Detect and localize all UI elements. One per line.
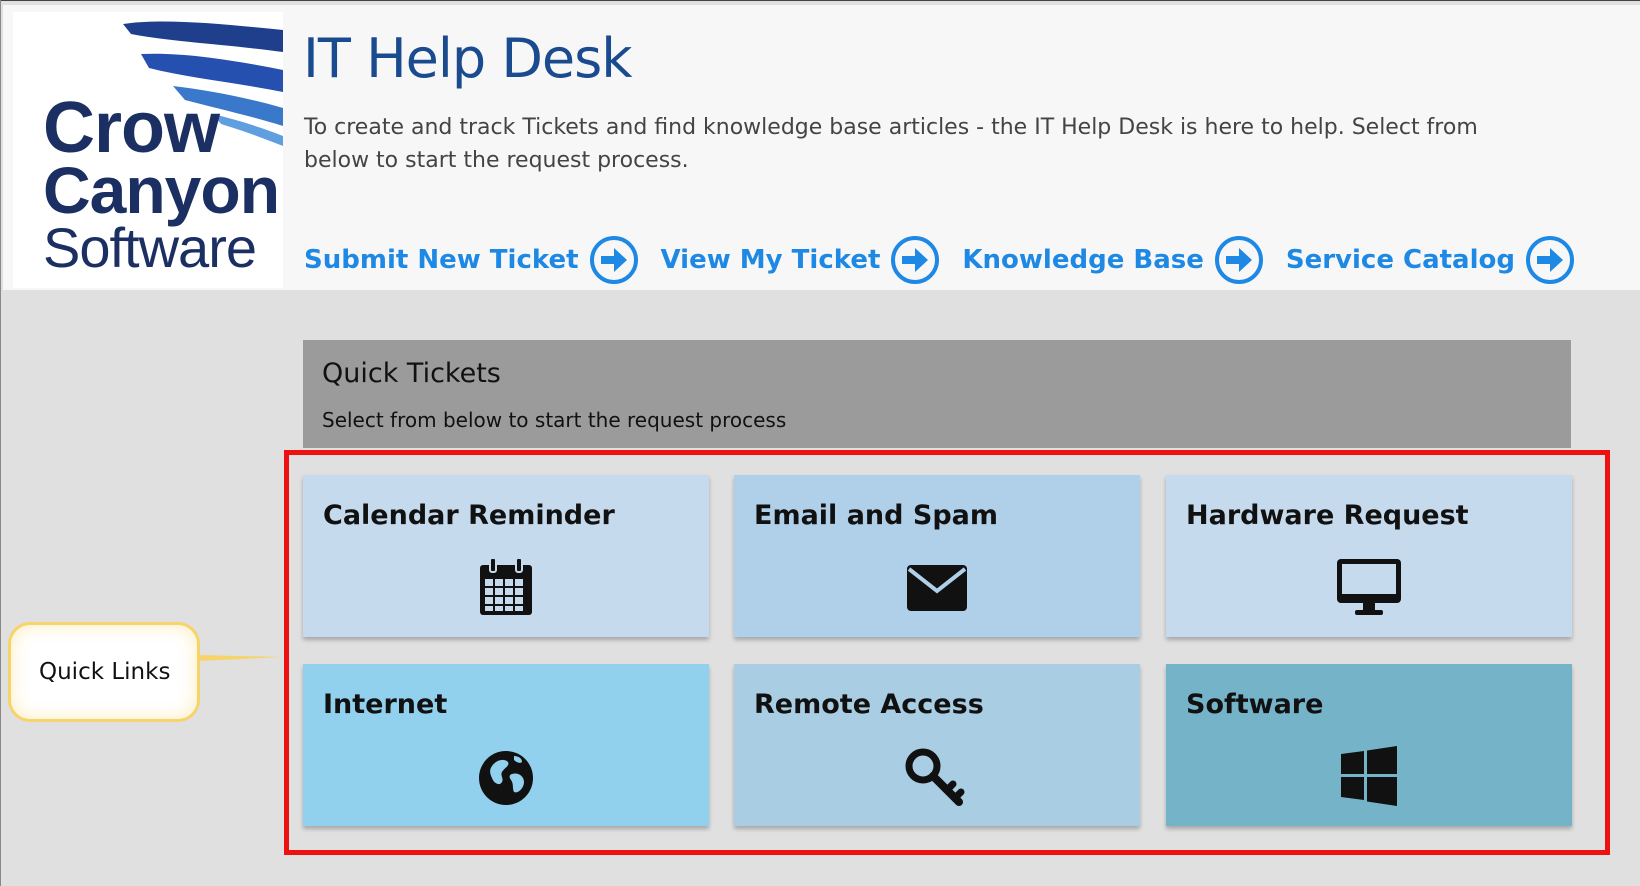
quick-tickets-title: Quick Tickets	[322, 358, 501, 389]
arrow-circle-right-icon	[1525, 236, 1574, 284]
tile-hardware-request[interactable]: Hardware Request	[1166, 475, 1572, 637]
calendar-icon	[480, 557, 532, 615]
window-top-border	[0, 0, 1640, 4]
quick-tickets-subtitle: Select from below to start the request p…	[322, 408, 787, 432]
nav-label: Service Catalog	[1285, 245, 1515, 275]
page-header: Crow Canyon Software IT Help Desk To cre…	[3, 5, 1640, 290]
page-description: To create and track Tickets and find kno…	[304, 115, 1478, 173]
key-icon	[905, 748, 965, 806]
monitor-icon	[1337, 559, 1401, 615]
arrow-circle-right-icon	[589, 236, 638, 284]
tile-label: Internet	[323, 689, 448, 720]
envelope-icon	[907, 565, 967, 611]
tile-label: Software	[1186, 689, 1324, 720]
tile-label: Email and Spam	[754, 500, 999, 531]
tile-label: Calendar Reminder	[323, 500, 615, 531]
knowledge-base-link[interactable]: Knowledge Base	[962, 235, 1263, 285]
tile-label: Remote Access	[754, 689, 984, 720]
nav-label: View My Ticket	[660, 245, 881, 275]
service-catalog-link[interactable]: Service Catalog	[1286, 235, 1575, 285]
callout-label: Quick Links	[39, 659, 171, 685]
quick-tickets-header: Quick Tickets Select from below to start…	[303, 340, 1571, 448]
globe-icon	[479, 751, 533, 805]
arrow-circle-right-icon	[1214, 236, 1263, 284]
logo-text-canyon: Canyon	[43, 153, 280, 227]
tile-calendar-reminder[interactable]: Calendar Reminder	[303, 475, 709, 637]
tile-email-and-spam[interactable]: Email and Spam	[734, 475, 1140, 637]
windows-icon	[1341, 746, 1397, 806]
logo-text-software: Software	[43, 216, 257, 279]
tile-remote-access[interactable]: Remote Access	[734, 664, 1140, 826]
callout-pointer	[199, 655, 283, 661]
page-title: IT Help Desk	[303, 27, 633, 90]
submit-new-ticket-link[interactable]: Submit New Ticket	[304, 235, 639, 285]
crow-canyon-logo: Crow Canyon Software	[13, 12, 283, 288]
view-my-ticket-link[interactable]: View My Ticket	[661, 235, 941, 285]
quick-links-callout: Quick Links	[8, 622, 200, 722]
nav-label: Submit New Ticket	[304, 245, 579, 275]
header-nav: Submit New Ticket View My Ticket Knowled…	[304, 233, 1597, 287]
tile-label: Hardware Request	[1186, 500, 1469, 531]
arrow-circle-right-icon	[891, 236, 940, 284]
nav-label: Knowledge Base	[962, 245, 1204, 275]
tile-software[interactable]: Software	[1166, 664, 1572, 826]
tile-internet[interactable]: Internet	[303, 664, 709, 826]
